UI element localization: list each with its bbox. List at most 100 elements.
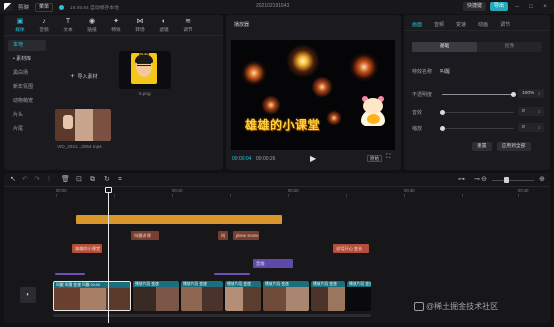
stepper-icon[interactable]: ⇕ [538,89,541,98]
fullscreen-icon[interactable]: ⛶ [386,154,390,161]
zoom-slider-knob[interactable] [504,177,509,183]
ruler-tick [518,194,519,197]
main-video-track[interactable]: 叫醒 叫醒 变速 叫醒 00:00 播放片段 变速 播放片段 变速 播放片段 变… [53,281,371,311]
title-track-clip[interactable]: 雄雄的小课堂 [72,244,102,253]
link-icon[interactable]: ⊸ [474,176,480,184]
current-time: 00:00:04 [232,156,252,162]
aspect-ratio-button[interactable]: 原始 [367,155,382,162]
segment-basic[interactable]: 基础 [412,42,477,52]
segment-keying[interactable]: 抠像 [477,42,542,52]
opacity-slider[interactable] [442,92,516,97]
snap-icon[interactable]: ⊶ [458,176,465,184]
text-track-clip[interactable]: 叫醒讲课 [131,231,159,240]
tab-label: 媒体 [15,26,25,32]
stepper-icon[interactable]: ⇕ [538,123,541,132]
close-icon[interactable]: × [540,3,550,11]
redo-icon[interactable]: ↷ [34,176,40,184]
tab-filter[interactable]: ◐ 滤镜 [152,15,176,35]
firework [326,110,342,126]
tab-adjust[interactable]: ≋ 调节 [176,15,200,35]
video-clip[interactable]: 播放片段 变速 [181,281,223,311]
menu-button[interactable]: 菜单 [35,2,54,12]
subnav-animals[interactable]: 动物萌宠 [8,96,46,107]
import-button[interactable]: + 导入素材 [57,53,111,99]
text-track-clip[interactable]: 叫 [218,231,228,240]
subnav-outro[interactable]: 片尾 [8,124,46,135]
zoom-slider[interactable] [492,180,534,181]
clip-frame [243,287,261,311]
delete-icon[interactable]: 🗑 [61,176,70,184]
slider-knob[interactable] [440,110,445,115]
timeline-ruler[interactable]: 00:00 00:10 00:20 00:30 00:40 [4,187,550,197]
subnav-library[interactable]: • 素材库 [8,54,46,65]
ruler-tick [56,194,57,197]
cover-button[interactable]: ◐ [20,287,36,303]
subnav-new-year[interactable]: 新年氛围 [8,82,46,93]
mirror-icon[interactable]: ⧉ [90,176,95,184]
freeze-icon[interactable]: ⊡ [76,176,82,184]
timeline-scrollbar[interactable] [53,314,371,317]
zoom-out-icon[interactable]: ⊖ [481,176,487,184]
slider-knob[interactable] [440,126,445,131]
effect-bar[interactable] [214,273,250,275]
select-tool-icon[interactable]: ↖ [10,176,16,184]
tab-text[interactable]: T 文本 [56,15,80,35]
shortcut-button[interactable]: 快捷键 [462,2,486,11]
video-clip[interactable]: 播放片段 变速 [133,281,179,311]
crop-icon[interactable]: ⌗ [118,176,122,184]
audio-effect-clip[interactable]: 音频 [253,259,293,268]
split-icon[interactable]: ⫶ [48,176,50,184]
video-clip[interactable]: 叫醒 叫醒 变速 叫醒 00:00 [53,281,131,311]
preview-screen[interactable]: 雄雄的小课堂 [231,40,395,150]
video-clip[interactable]: 播放片段 变速 [225,281,261,311]
playhead-handle[interactable] [105,187,112,193]
clip-frame [225,287,243,311]
subnav-local[interactable]: 本地 [8,40,46,51]
reset-button[interactable]: 重置 [472,142,492,151]
export-button[interactable]: 导出 [489,2,508,11]
asset-thumbnail-avatar[interactable]: 吕教授 [119,51,171,89]
title-track-clip[interactable]: 说话开心 变长 [333,244,369,253]
properties-tabs: 画面 音频 变速 动画 调节 [404,15,550,31]
sticker-track-clip[interactable] [76,215,282,224]
play-icon[interactable]: ▶ [310,154,316,163]
param-input[interactable]: 0 ⇕ [518,107,544,116]
playhead[interactable] [108,187,109,323]
param-slider[interactable] [440,110,514,115]
tab-transition[interactable]: ⋈ 转场 [128,15,152,35]
param-input[interactable]: 0 ⇕ [518,123,544,132]
video-clip[interactable]: 播放片段 变速 [263,281,309,311]
tab-media[interactable]: ▣ 媒体 [8,15,32,35]
rotate-icon[interactable]: ↻ [104,176,110,184]
zoom-in-icon[interactable]: ⊕ [539,176,545,184]
clip-header: 播放片段 变速 [133,281,179,287]
tab-speed[interactable]: 变速 [456,21,466,30]
subnav-black-white[interactable]: 黑白场 [8,68,46,79]
tab-label: 转场 [135,26,145,32]
tab-sticker[interactable]: ◉ 贴纸 [80,15,104,35]
stepper-icon[interactable]: ⇕ [538,107,541,116]
text-track-clip[interactable]: plane scene [233,231,259,240]
tab-audio[interactable]: 音频 [434,21,444,30]
video-clip[interactable]: 播放片段 变速 [347,281,371,311]
apply-all-button[interactable]: 应用到全部 [496,142,531,151]
slider-knob[interactable] [511,92,516,97]
title-overlay-text: 雄雄的小课堂 [245,118,321,132]
tab-picture[interactable]: 画面 [412,21,422,30]
video-clip[interactable]: 播放片段 变速 [311,281,345,311]
tab-adjust[interactable]: 调节 [500,21,510,30]
param-slider[interactable] [440,126,514,131]
minimize-icon[interactable]: – [512,3,522,11]
subnav-intro[interactable]: 片头 [8,110,46,121]
effect-bar[interactable] [55,273,85,275]
ruler-tick [404,194,405,197]
ruler-label: 00:10 [172,188,183,193]
frame-strip [93,109,111,141]
opacity-input[interactable]: 100% ⇕ [518,89,544,98]
tab-animation[interactable]: 动画 [478,21,488,30]
undo-icon[interactable]: ↶ [22,176,28,184]
asset-thumbnail-video[interactable] [55,109,111,141]
tab-audio[interactable]: ♪ 音频 [32,15,56,35]
tab-effects[interactable]: ✦ 特效 [104,15,128,35]
maximize-icon[interactable]: □ [526,3,536,11]
